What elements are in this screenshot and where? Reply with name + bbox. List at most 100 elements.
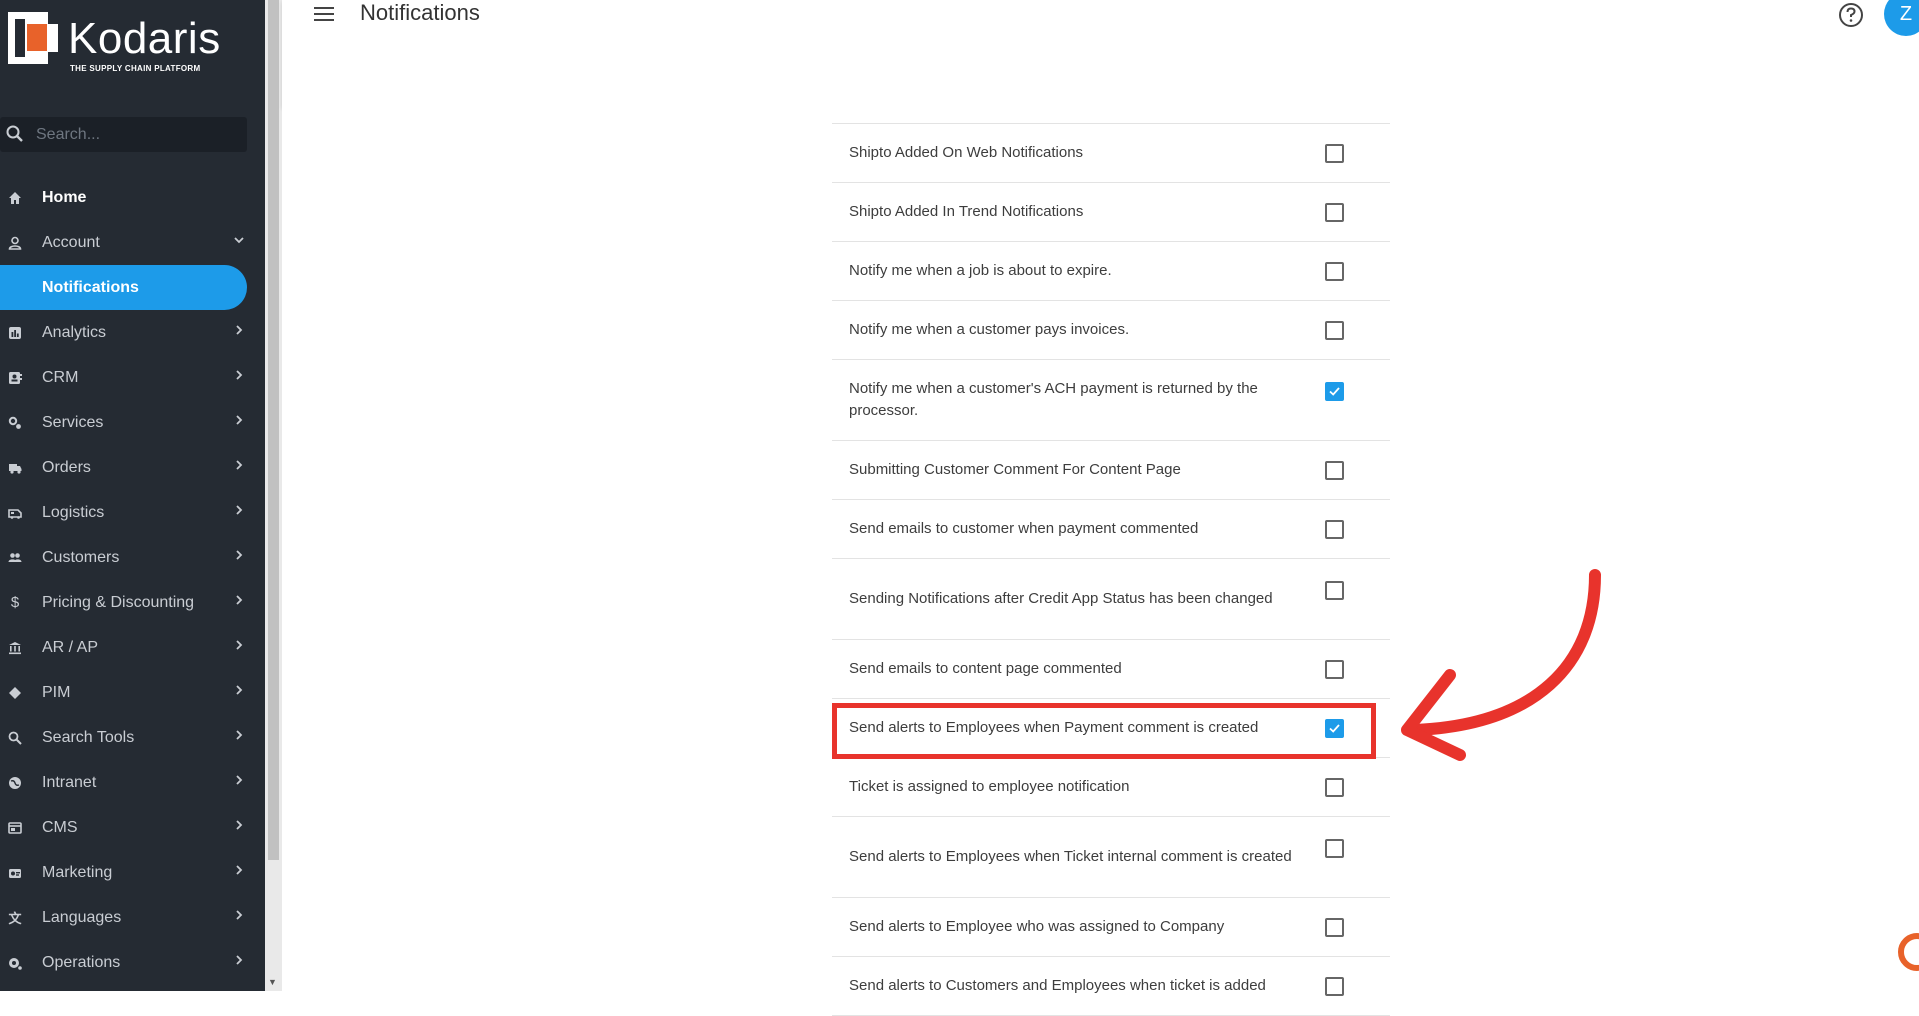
list-item: Notify me when a customer's ACH payment …	[832, 360, 1390, 441]
brand-name: Kodaris	[68, 14, 221, 63]
sidebar-nav: Home Account Notifications Analytics CRM…	[0, 175, 265, 985]
list-item: Send alerts to Employee who was assigned…	[832, 898, 1390, 957]
chevron-right-icon	[236, 325, 243, 335]
sidebar-item-intranet[interactable]: Intranet	[0, 760, 265, 805]
home-icon	[8, 191, 22, 205]
sidebar-item-languages[interactable]: 文 Languages	[0, 895, 265, 940]
sidebar-item-home[interactable]: Home	[0, 175, 265, 220]
page-title: Notifications	[360, 0, 480, 25]
main-content: Shipto Added On Web Notifications Shipto…	[282, 107, 1919, 1016]
sidebar-item-label: Operations	[42, 953, 121, 971]
list-item: Send emails to content page commented	[832, 640, 1390, 699]
notification-checkbox[interactable]	[1325, 917, 1344, 937]
list-item: Send emails to customer when payment com…	[832, 500, 1390, 559]
scroll-down-arrow-icon[interactable]: ▼	[268, 977, 277, 987]
sidebar-item-label: CRM	[42, 368, 79, 386]
logistics-icon	[8, 506, 22, 520]
annotation-arrow-icon	[1401, 569, 1601, 761]
list-item: Submitting Customer Comment For Content …	[832, 441, 1390, 500]
notification-label: Submitting Customer Comment For Content …	[849, 461, 1181, 478]
sidebar-item-pim[interactable]: PIM	[0, 670, 265, 715]
notification-label: Send emails to content page commented	[849, 660, 1122, 677]
tag-icon	[8, 686, 22, 700]
sidebar-item-label: Notifications	[42, 278, 139, 296]
notification-checkbox[interactable]	[1325, 976, 1344, 996]
sidebar-item-label: Home	[42, 188, 87, 206]
dollar-icon: $	[10, 594, 20, 611]
sidebar-item-notifications[interactable]: Notifications	[0, 265, 247, 310]
sidebar-item-ar-ap[interactable]: AR / AP	[0, 625, 265, 670]
sidebar-item-label: Intranet	[42, 773, 97, 791]
support-widget-icon[interactable]	[1897, 932, 1919, 972]
sidebar-item-account[interactable]: Account	[0, 220, 265, 265]
list-item: Shipto Added In Trend Notifications	[832, 183, 1390, 242]
notification-checkbox[interactable]	[1325, 581, 1344, 600]
chevron-right-icon	[236, 685, 243, 695]
notification-label: Sending Notifications after Credit App S…	[849, 590, 1273, 607]
list-item: Shipto Added On Web Notifications	[832, 124, 1390, 183]
chevron-right-icon	[236, 955, 243, 965]
sidebar-item-services[interactable]: Services	[0, 400, 265, 445]
list-item: Notify me when a job is about to expire.	[832, 242, 1390, 301]
chevron-right-icon	[236, 595, 243, 605]
notification-checkbox[interactable]	[1325, 777, 1344, 797]
list-item: Send alerts to Employees when Ticket int…	[832, 817, 1390, 898]
brand-logo[interactable]: Kodaris THE SUPPLY CHAIN PLATFORM	[8, 12, 238, 73]
notification-checkbox[interactable]	[1325, 519, 1344, 539]
notification-label: Ticket is assigned to employee notificat…	[849, 778, 1130, 795]
marketing-icon	[8, 866, 22, 880]
chevron-right-icon	[236, 910, 243, 920]
chevron-right-icon	[236, 370, 243, 380]
sidebar-item-customers[interactable]: Customers	[0, 535, 265, 580]
people-icon	[8, 551, 22, 565]
notification-label: Send emails to customer when payment com…	[849, 520, 1199, 537]
sidebar-item-operations[interactable]: Operations	[0, 940, 265, 985]
search-icon	[6, 125, 23, 142]
sidebar-item-crm[interactable]: CRM	[0, 355, 265, 400]
notification-checkbox[interactable]	[1325, 261, 1344, 281]
notification-checkbox[interactable]	[1325, 382, 1344, 401]
sidebar-item-label: PIM	[42, 683, 71, 701]
sidebar-item-label: CMS	[42, 818, 78, 836]
sidebar-item-label: Services	[42, 413, 104, 431]
sidebar-item-analytics[interactable]: Analytics	[0, 310, 265, 355]
bank-icon	[8, 641, 22, 655]
scrollbar-thumb[interactable]	[268, 0, 279, 860]
notification-checkbox[interactable]	[1325, 460, 1344, 480]
chevron-right-icon	[236, 730, 243, 740]
notification-checkbox[interactable]	[1325, 320, 1344, 340]
notification-checkbox[interactable]	[1325, 659, 1344, 679]
notification-label: Notify me when a customer pays invoices.	[849, 321, 1130, 338]
avatar[interactable]: Z	[1884, 0, 1919, 36]
chevron-right-icon	[236, 865, 243, 875]
sidebar-item-marketing[interactable]: Marketing	[0, 850, 265, 895]
globe-icon	[8, 776, 22, 790]
crm-icon	[8, 371, 22, 385]
operations-icon	[8, 956, 22, 970]
sidebar-item-orders[interactable]: Orders	[0, 445, 265, 490]
person-icon	[8, 236, 22, 250]
sidebar-item-search-tools[interactable]: Search Tools	[0, 715, 265, 760]
sidebar-item-label: Search Tools	[42, 728, 135, 746]
sidebar-item-cms[interactable]: CMS	[0, 805, 265, 850]
brand-tagline: THE SUPPLY CHAIN PLATFORM	[70, 64, 201, 73]
notification-checkbox[interactable]	[1325, 839, 1344, 858]
list-item: Notify me when a customer pays invoices.	[832, 301, 1390, 360]
kodaris-logo-icon	[8, 12, 58, 64]
hamburger-menu-icon[interactable]	[314, 5, 336, 23]
checkmark-icon	[1329, 387, 1340, 396]
sidebar-search	[0, 117, 247, 152]
translate-icon: 文	[8, 911, 22, 926]
list-item: Sending Notifications after Credit App S…	[832, 559, 1390, 640]
truck-icon	[8, 461, 22, 475]
notification-checkbox[interactable]	[1325, 202, 1344, 222]
help-icon[interactable]	[1838, 2, 1864, 28]
sidebar-item-logistics[interactable]: Logistics	[0, 490, 265, 535]
sidebar-item-label: Orders	[42, 458, 91, 476]
notification-label: Send alerts to Customers and Employees w…	[849, 977, 1266, 994]
sidebar-scrollbar[interactable]: ▼	[265, 0, 282, 991]
sidebar-item-pricing-discounting[interactable]: $ Pricing & Discounting	[0, 580, 265, 625]
notification-label: Notify me when a customer's ACH payment …	[849, 380, 1258, 419]
notification-checkbox[interactable]	[1325, 143, 1344, 163]
search-input[interactable]	[34, 121, 238, 149]
